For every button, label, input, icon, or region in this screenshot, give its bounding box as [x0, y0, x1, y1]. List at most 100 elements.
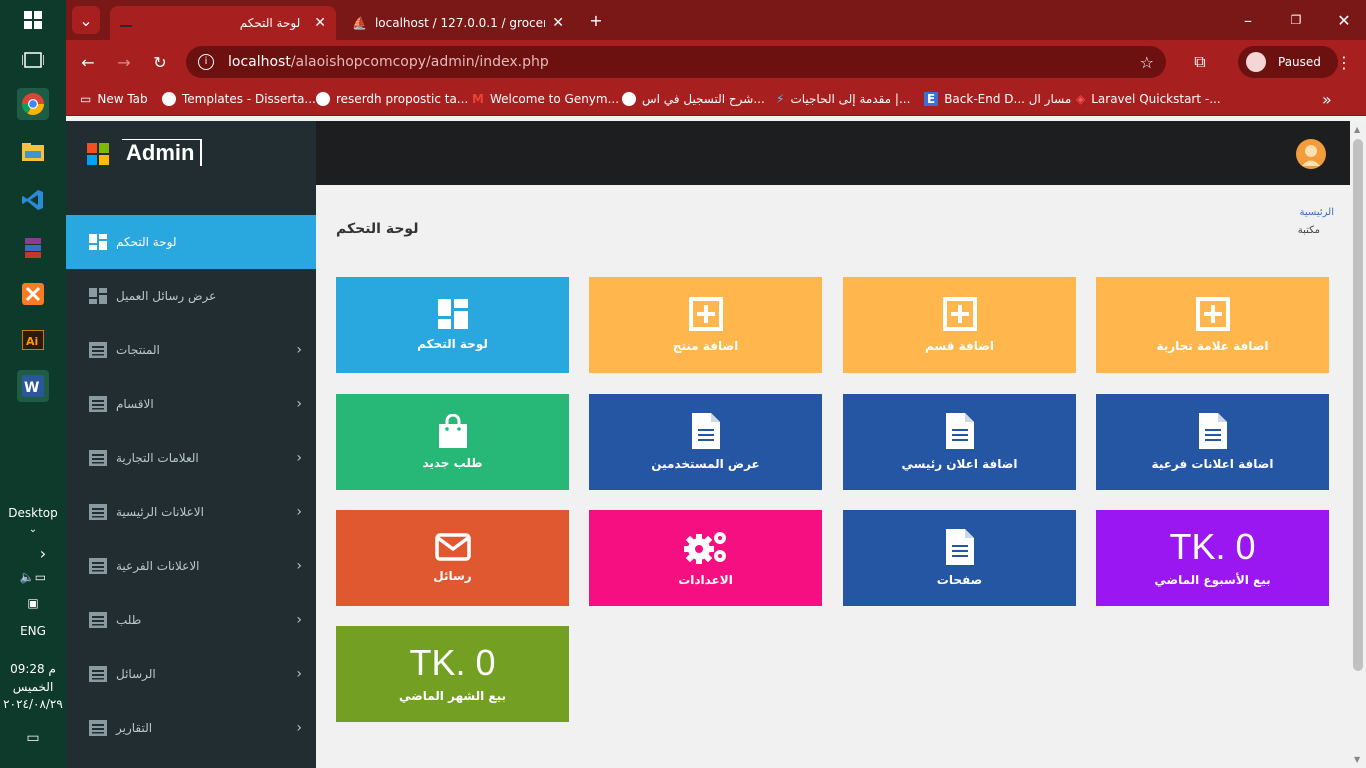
- url-host: localhost: [228, 54, 291, 70]
- chevron-right-icon: ›: [296, 558, 302, 574]
- breadcrumb-home[interactable]: الرئيسية: [1300, 207, 1334, 218]
- bookmark-item[interactable]: E Back-End D... مسار ال: [924, 92, 1071, 106]
- google-icon: [316, 92, 330, 106]
- more-menu-icon[interactable]: ⋮: [1330, 48, 1358, 76]
- dashboard-card[interactable]: عرض المستخدمين: [589, 394, 822, 490]
- brand[interactable]: Admin: [66, 121, 316, 185]
- sidebar-item[interactable]: الاقسام ›: [66, 377, 316, 431]
- bookmark-item[interactable]: شرح التسجيل في اس...: [622, 92, 765, 106]
- chevron-down-icon[interactable]: ⌄: [0, 524, 66, 535]
- sidebar-item[interactable]: لوحة التحكم: [66, 215, 316, 269]
- user-avatar[interactable]: [1296, 139, 1326, 169]
- reload-button[interactable]: ↻: [146, 48, 174, 76]
- sidebar-item-label: العلامات التجارية: [116, 451, 199, 465]
- dashboard-card[interactable]: طلب جديد: [336, 394, 569, 490]
- dashboard-card[interactable]: اضافة قسم: [843, 277, 1076, 373]
- tab-title: localhost / 127.0.0.1 / grocery /: [374, 16, 545, 30]
- xampp-icon[interactable]: [17, 278, 49, 310]
- language-indicator[interactable]: ENG: [0, 624, 66, 638]
- dashboard-card[interactable]: اضافة اعلان رئيسي: [843, 394, 1076, 490]
- envelope-icon: [434, 533, 471, 561]
- winrar-icon[interactable]: [17, 232, 49, 264]
- illustrator-icon[interactable]: Ai: [17, 324, 49, 356]
- bookmarks-overflow-icon[interactable]: »: [1322, 90, 1332, 109]
- sidebar-item[interactable]: الاعلانات الفرعية ›: [66, 539, 316, 593]
- sidebar-item[interactable]: الاعلانات الرئيسية ›: [66, 485, 316, 539]
- card-label: اضافة منتج: [672, 339, 739, 353]
- restore-button[interactable]: ❐: [1282, 6, 1310, 34]
- flutter-icon: ⚡: [776, 92, 785, 106]
- dashboard-card[interactable]: اضافة اعلانات فرعية: [1096, 394, 1329, 490]
- dashboard-card[interactable]: TK. 0 بيع الشهر الماضي: [336, 626, 569, 722]
- bookmark-item[interactable]: M Welcome to Genym...: [472, 92, 619, 106]
- dashboard-card[interactable]: صفحات: [843, 510, 1076, 606]
- bookmark-item[interactable]: ◈ Laravel Quickstart -...: [1076, 92, 1221, 106]
- bookmark-star-icon[interactable]: ☆: [1140, 53, 1154, 72]
- dashboard-card[interactable]: رسائل: [336, 510, 569, 606]
- scrollbar-thumb[interactable]: [1353, 139, 1363, 671]
- dashboard-card[interactable]: لوحة التحكم: [336, 277, 569, 373]
- bookmark-item[interactable]: reserdh propostic ta...: [316, 92, 468, 106]
- dashboard-card[interactable]: TK. 0 بيع الأسبوع الماضي: [1096, 510, 1329, 606]
- forward-button[interactable]: →: [110, 48, 138, 76]
- back-button[interactable]: ←: [74, 48, 102, 76]
- page-title: لوحة التحكم: [336, 221, 419, 237]
- address-bar[interactable]: i localhost/alaoishopcomcopy/admin/index…: [186, 46, 1166, 78]
- dashboard-card[interactable]: اضافة منتج: [589, 277, 822, 373]
- document-icon: [945, 529, 974, 565]
- tab-search-button[interactable]: ⌄: [72, 6, 100, 34]
- globe-icon: [162, 92, 176, 106]
- task-view-icon[interactable]: [17, 44, 49, 76]
- bookmark-item[interactable]: Templates - Disserta...: [162, 92, 316, 106]
- extensions-icon[interactable]: ⧉: [1186, 48, 1214, 76]
- bookmark-item[interactable]: ▭ New Tab: [80, 92, 148, 106]
- dashboard-icon: [437, 299, 468, 329]
- sidebar-item[interactable]: العلامات التجارية ›: [66, 431, 316, 485]
- close-icon[interactable]: ✕: [552, 15, 564, 31]
- clock-time[interactable]: 09:28 م: [0, 662, 66, 676]
- volume-icon[interactable]: 🔈▭: [0, 570, 66, 584]
- card-label: صفحات: [936, 573, 983, 587]
- new-tab-button[interactable]: +: [582, 6, 610, 34]
- sidebar-item[interactable]: الرسائل ›: [66, 647, 316, 701]
- browser-window: ⌄ لوحة التحكم ✕ ⛵ localhost / 127.0.0.1 …: [66, 0, 1366, 768]
- card-label: بيع الشهر الماضي: [398, 689, 507, 703]
- file-explorer-icon[interactable]: [17, 136, 49, 168]
- dashboard-card[interactable]: الاعدادات: [589, 510, 822, 606]
- tab-dashboard[interactable]: لوحة التحكم ✕: [110, 6, 336, 40]
- page-scrollbar[interactable]: ▲ ▼: [1350, 121, 1366, 768]
- close-icon[interactable]: ✕: [314, 15, 326, 31]
- sidebar-item[interactable]: عرض رسائل العميل: [66, 269, 316, 323]
- notification-icon[interactable]: ▭: [0, 730, 66, 746]
- phpmyadmin-favicon: ⛵: [352, 16, 367, 30]
- sidebar-item[interactable]: التقارير ›: [66, 701, 316, 755]
- desktop-label[interactable]: Desktop: [0, 506, 66, 520]
- document-icon: [691, 413, 720, 449]
- chevron-right-icon: ›: [296, 396, 302, 412]
- scroll-down-icon[interactable]: ▼: [1354, 755, 1360, 764]
- card-label: بيع الأسبوع الماضي: [1154, 573, 1271, 587]
- profile-status: Paused: [1278, 55, 1321, 69]
- card-value: TK. 0: [1169, 526, 1256, 567]
- site-info-icon[interactable]: i: [198, 54, 214, 70]
- url-path: /alaoishopcomcopy/admin/index.php: [290, 54, 549, 70]
- window-close-button[interactable]: ✕: [1330, 6, 1358, 34]
- avatar: [1246, 52, 1266, 72]
- chevron-right-icon: ›: [296, 612, 302, 628]
- scroll-up-icon[interactable]: ▲: [1354, 125, 1360, 134]
- chevron-right-icon: ›: [296, 342, 302, 358]
- sidebar-item[interactable]: المنتجات ›: [66, 323, 316, 377]
- list-icon: [89, 720, 107, 736]
- vscode-icon[interactable]: [17, 184, 49, 216]
- chrome-taskbar-icon[interactable]: [17, 88, 49, 120]
- profile-button[interactable]: Paused: [1238, 46, 1338, 78]
- sidebar-item[interactable]: طلب ›: [66, 593, 316, 647]
- windows-start-icon[interactable]: [17, 4, 49, 36]
- bookmark-item[interactable]: ⚡ مقدمة إلى الحاجيات |...: [776, 92, 910, 106]
- dashboard-card[interactable]: اضافة علامة تجارية: [1096, 277, 1329, 373]
- tab-phpmyadmin[interactable]: ⛵ localhost / 127.0.0.1 / grocery / ✕: [342, 6, 574, 40]
- word-icon[interactable]: W: [17, 370, 49, 402]
- minimize-button[interactable]: –: [1234, 6, 1262, 34]
- network-icon[interactable]: ▣: [0, 596, 66, 610]
- brand-title: Admin: [122, 139, 203, 166]
